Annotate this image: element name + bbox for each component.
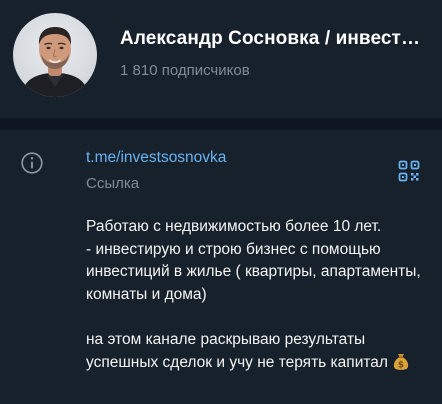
subscriber-count: 1 810 подписчиков bbox=[120, 62, 250, 79]
channel-description: Работаю с недвижимостью более 10 лет. - … bbox=[86, 216, 431, 375]
link-caption: Ссылка bbox=[86, 175, 140, 192]
avatar-photo bbox=[21, 27, 89, 97]
channel-info-panel: t.me/investsosnovka Ссылка Работаю с нед… bbox=[0, 130, 442, 404]
channel-avatar[interactable] bbox=[13, 13, 97, 97]
channel-header: Александр Сосновка / инвестиции 1 810 по… bbox=[0, 0, 442, 118]
channel-link[interactable]: t.me/investsosnovka bbox=[86, 149, 226, 167]
info-icon bbox=[21, 152, 43, 174]
svg-text:$: $ bbox=[398, 361, 404, 371]
channel-title[interactable]: Александр Сосновка / инвестиции bbox=[120, 28, 430, 50]
description-text: Работаю с недвижимостью более 10 лет. - … bbox=[86, 218, 421, 371]
qr-code-icon[interactable] bbox=[398, 160, 420, 182]
section-divider bbox=[0, 118, 442, 130]
money-bag-emoji: $ bbox=[394, 354, 409, 371]
